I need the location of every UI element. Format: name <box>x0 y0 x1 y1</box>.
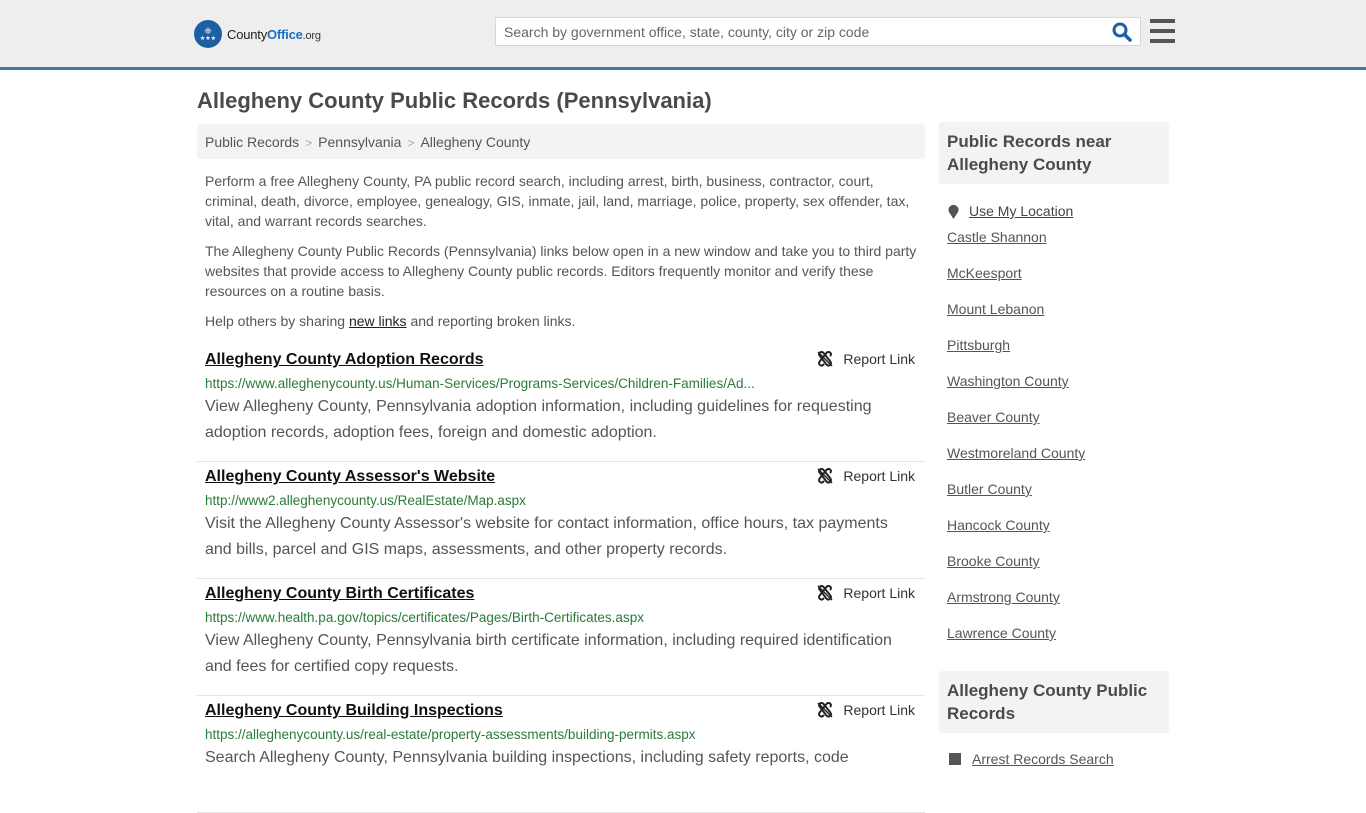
nearby-link[interactable]: Washington County <box>947 373 1069 389</box>
nearby-link-item: Armstrong County <box>947 579 1169 615</box>
nearby-link[interactable]: Hancock County <box>947 517 1050 533</box>
record-description: Search Allegheny County, Pennsylvania bu… <box>205 749 849 766</box>
record-item: Allegheny County Adoption Records Report… <box>197 345 925 462</box>
nearby-link[interactable]: Castle Shannon <box>947 229 1047 245</box>
report-link-button[interactable]: Report Link <box>817 468 915 484</box>
search-input[interactable] <box>496 18 1106 45</box>
nearby-link[interactable]: Butler County <box>947 481 1032 497</box>
county-record-item: Arrest Records Search <box>949 751 1169 767</box>
nearby-link[interactable]: Pittsburgh <box>947 337 1010 353</box>
nearby-link-item: Westmoreland County <box>947 435 1169 471</box>
square-bullet-icon <box>949 753 961 765</box>
nearby-link[interactable]: Brooke County <box>947 553 1040 569</box>
record-description: View Allegheny County, Pennsylvania birt… <box>205 632 892 675</box>
breadcrumb: Public Records > Pennsylvania > Allegheny Co… <box>197 124 925 159</box>
record-title-link[interactable]: Allegheny County Assessor's Website <box>205 467 495 489</box>
logo-text: CountyOffice.org <box>227 26 321 42</box>
nearby-records-heading: Public Records near Allegheny County <box>939 122 1169 184</box>
record-item: Allegheny County Assessor's Website Repo… <box>197 462 925 579</box>
breadcrumb-current: Allegheny County <box>420 134 531 150</box>
nearby-link[interactable]: McKeesport <box>947 265 1022 281</box>
report-link-button[interactable]: Report Link <box>817 585 915 601</box>
record-title-link[interactable]: Allegheny County Adoption Records <box>205 350 484 372</box>
nearby-link[interactable]: Lawrence County <box>947 625 1056 641</box>
use-my-location: Use My Location <box>939 203 1169 219</box>
search-button[interactable] <box>1112 22 1134 42</box>
nearby-link[interactable]: Westmoreland County <box>947 445 1085 461</box>
broken-link-icon <box>817 585 833 601</box>
broken-link-icon <box>817 468 833 484</box>
nearby-links-list: Castle Shannon McKeesport Mount Lebanon … <box>939 219 1169 651</box>
page-title: Allegheny County Public Records (Pennsyl… <box>197 88 712 113</box>
record-url: https://www.alleghenycounty.us/Human-Ser… <box>205 376 755 391</box>
eagle-stars-icon: ❈ ★★★ <box>194 20 222 48</box>
breadcrumb-separator: > <box>407 136 415 150</box>
record-description: Visit the Allegheny County Assessor's we… <box>205 515 888 558</box>
record-item: Allegheny County Building Inspections Re… <box>197 696 925 813</box>
nearby-link[interactable]: Beaver County <box>947 409 1040 425</box>
sidebar: Public Records near Allegheny County Use… <box>939 122 1169 767</box>
record-url: http://www2.alleghenycounty.us/RealEstat… <box>205 493 526 508</box>
use-my-location-link[interactable]: Use My Location <box>969 203 1073 219</box>
breadcrumb-pennsylvania[interactable]: Pennsylvania <box>318 134 401 150</box>
new-links-link[interactable]: new links <box>349 313 407 329</box>
nearby-link-item: Butler County <box>947 471 1169 507</box>
nearby-link-item: Lawrence County <box>947 615 1169 651</box>
intro-paragraph-1: Perform a free Allegheny County, PA publ… <box>205 173 910 229</box>
intro-text: Perform a free Allegheny County, PA publ… <box>205 171 925 341</box>
nearby-link-item: Pittsburgh <box>947 327 1169 363</box>
nearby-link-item: Castle Shannon <box>947 219 1169 255</box>
record-url: https://alleghenycounty.us/real-estate/p… <box>205 727 696 742</box>
site-header: ❈ ★★★ CountyOffice.org <box>0 0 1366 70</box>
hamburger-menu-icon[interactable] <box>1150 19 1175 43</box>
nearby-link-item: Brooke County <box>947 543 1169 579</box>
intro-paragraph-2: The Allegheny County Public Records (Pen… <box>205 243 917 299</box>
record-description: View Allegheny County, Pennsylvania adop… <box>205 398 872 441</box>
records-list: Allegheny County Adoption Records Report… <box>197 345 925 813</box>
map-pin-icon <box>948 204 959 219</box>
nearby-link-item: Hancock County <box>947 507 1169 543</box>
report-link-button[interactable]: Report Link <box>817 702 915 718</box>
broken-link-icon <box>817 702 833 718</box>
search-box <box>495 17 1141 46</box>
nearby-link[interactable]: Armstrong County <box>947 589 1060 605</box>
record-url: https://www.health.pa.gov/topics/certifi… <box>205 610 644 625</box>
county-records-heading: Allegheny County Public Records <box>939 671 1169 733</box>
breadcrumb-separator: > <box>305 136 313 150</box>
site-logo[interactable]: ❈ ★★★ CountyOffice.org <box>194 20 321 48</box>
county-records-list: Arrest Records Search <box>939 751 1169 767</box>
nearby-link-item: Washington County <box>947 363 1169 399</box>
nearby-link-item: McKeesport <box>947 255 1169 291</box>
nearby-link-item: Beaver County <box>947 399 1169 435</box>
nearby-link-item: Mount Lebanon <box>947 291 1169 327</box>
report-link-button[interactable]: Report Link <box>817 351 915 367</box>
record-title-link[interactable]: Allegheny County Building Inspections <box>205 701 503 723</box>
record-title-link[interactable]: Allegheny County Birth Certificates <box>205 584 474 606</box>
nearby-link[interactable]: Mount Lebanon <box>947 301 1044 317</box>
intro-paragraph-3: Help others by sharing new links and rep… <box>205 313 576 329</box>
broken-link-icon <box>817 351 833 367</box>
record-item: Allegheny County Birth Certificates Repo… <box>197 579 925 696</box>
breadcrumb-public-records[interactable]: Public Records <box>205 134 299 150</box>
search-icon <box>1112 22 1132 42</box>
county-record-link[interactable]: Arrest Records Search <box>972 751 1114 767</box>
